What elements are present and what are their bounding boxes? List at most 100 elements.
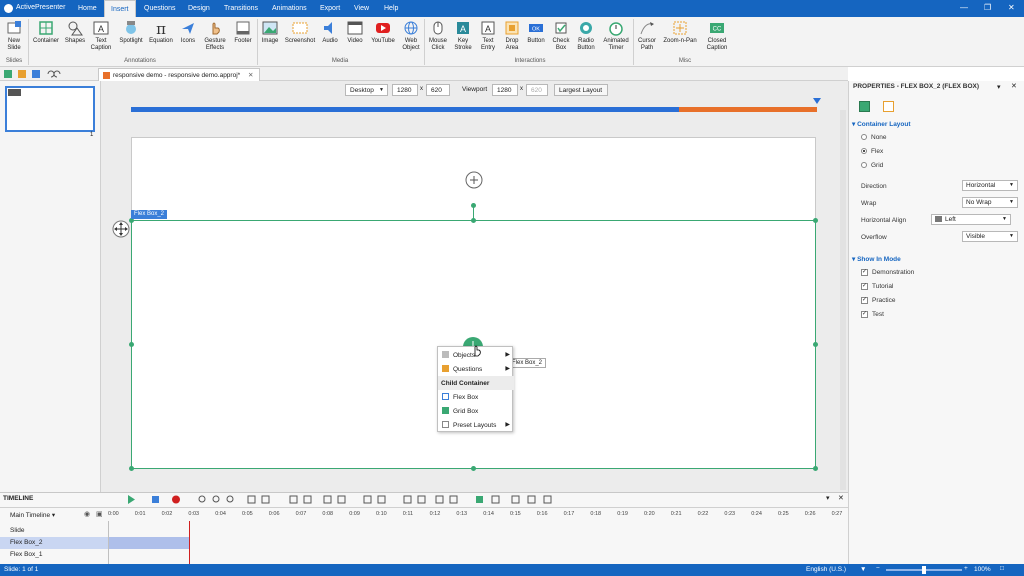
- viewport-ruler[interactable]: [131, 107, 817, 112]
- text-caption-button[interactable]: A Text Caption: [88, 20, 114, 52]
- ruler-marker-icon[interactable]: [813, 98, 821, 104]
- drop-area-button[interactable]: Drop Area: [501, 20, 523, 52]
- zoom-filter-icon[interactable]: ▼: [860, 566, 866, 573]
- timeline-pin-icon[interactable]: ▾: [826, 494, 830, 502]
- layout-radio-none[interactable]: None: [861, 134, 887, 141]
- mouse-click-button[interactable]: Mouse Click: [426, 20, 450, 52]
- timeline-bar-flex-box-2[interactable]: [109, 537, 189, 549]
- height-input[interactable]: 620: [426, 84, 450, 96]
- video-button[interactable]: Video: [343, 20, 367, 45]
- width-input[interactable]: 1280: [392, 84, 418, 96]
- timeline-row-slide[interactable]: Slide: [0, 525, 108, 537]
- menu-transitions[interactable]: Transitions: [218, 0, 264, 17]
- quick-access-icons[interactable]: [4, 69, 64, 79]
- pin-icon[interactable]: ▾: [997, 83, 1001, 91]
- style-tab-icon[interactable]: [883, 101, 894, 112]
- viewport-width-input[interactable]: 1280: [492, 84, 518, 96]
- slide-thumbnail[interactable]: [5, 86, 95, 132]
- resize-handle[interactable]: [471, 218, 476, 223]
- horizontal-align-select[interactable]: Left ▼: [931, 214, 1011, 225]
- button-button[interactable]: OK Button: [524, 20, 548, 45]
- direction-select[interactable]: Horizontal ▼: [962, 180, 1018, 191]
- canvas-scrollbar[interactable]: [840, 110, 846, 490]
- image-button[interactable]: Image: [259, 20, 281, 45]
- menu-view[interactable]: View: [348, 0, 375, 17]
- mode-practice-checkbox[interactable]: ✓ Practice: [861, 297, 895, 304]
- layout-radio-flex[interactable]: Flex: [861, 148, 883, 155]
- close-panel-icon[interactable]: ✕: [1011, 82, 1017, 90]
- overflow-select[interactable]: Visible ▼: [962, 231, 1018, 242]
- new-slide-button[interactable]: New Slide: [4, 20, 24, 52]
- menu-export[interactable]: Export: [314, 0, 346, 17]
- add-item-icon[interactable]: [465, 171, 483, 189]
- document-tab[interactable]: responsive demo - responsive demo.approj…: [98, 68, 261, 81]
- shapes-button[interactable]: Shapes: [62, 20, 88, 45]
- language-indicator[interactable]: English (U.S.): [806, 566, 846, 573]
- eye-icon[interactable]: ◉: [84, 510, 90, 518]
- move-icon[interactable]: [112, 220, 130, 238]
- timeline-row-flex-box-1[interactable]: Flex Box_1: [0, 549, 108, 561]
- largest-layout-button[interactable]: Largest Layout: [554, 84, 608, 96]
- zoom-n-pan-button[interactable]: Zoom-n-Pan: [660, 20, 700, 45]
- rotate-handle[interactable]: [471, 203, 476, 208]
- gesture-effects-button[interactable]: Gesture Effects: [201, 20, 229, 52]
- show-in-mode-heading[interactable]: ▾ Show In Mode: [852, 255, 901, 263]
- key-stroke-button[interactable]: A Key Stroke: [451, 20, 475, 52]
- closed-caption-button[interactable]: CC Closed Caption: [701, 20, 733, 52]
- timeline-toolbar[interactable]: [124, 494, 574, 505]
- menu-insert[interactable]: Insert: [104, 0, 136, 17]
- youtube-button[interactable]: YouTube: [368, 20, 398, 45]
- menu-help[interactable]: Help: [378, 0, 404, 17]
- resize-handle[interactable]: [813, 218, 818, 223]
- zoom-slider-thumb[interactable]: [922, 566, 926, 574]
- menu-item-flex-box[interactable]: Flex Box: [438, 390, 514, 404]
- menu-home[interactable]: Home: [72, 0, 103, 17]
- screenshot-button[interactable]: Screenshot: [283, 20, 317, 45]
- mode-tutorial-checkbox[interactable]: ✓ Tutorial: [861, 283, 893, 290]
- close-icon[interactable]: ✕: [1008, 3, 1015, 12]
- lock-icon[interactable]: ▣: [96, 510, 103, 518]
- cursor-path-button[interactable]: Cursor Path: [635, 20, 659, 52]
- timeline-close-icon[interactable]: ✕: [838, 494, 844, 502]
- fit-icon[interactable]: □: [1000, 565, 1004, 572]
- resize-handle[interactable]: [471, 466, 476, 471]
- timeline-row-flex-box-2[interactable]: Flex Box_2: [0, 537, 108, 549]
- resize-handle[interactable]: [129, 466, 134, 471]
- spotlight-button[interactable]: Spotlight: [116, 20, 146, 45]
- resize-handle[interactable]: [813, 342, 818, 347]
- menu-design[interactable]: Design: [182, 0, 216, 17]
- main-timeline-select[interactable]: Main Timeline ▾: [10, 511, 55, 519]
- menu-questions[interactable]: Questions: [138, 0, 182, 17]
- equation-button[interactable]: π Equation: [147, 20, 175, 45]
- layout-radio-grid[interactable]: Grid: [861, 162, 883, 169]
- icons-button[interactable]: Icons: [177, 20, 199, 45]
- radio-button-button[interactable]: Radio Button: [573, 20, 599, 52]
- layout-select[interactable]: Desktop ▼: [345, 84, 388, 96]
- zoom-in-icon[interactable]: +: [964, 565, 968, 572]
- restore-icon[interactable]: ❐: [984, 3, 991, 12]
- menu-item-questions[interactable]: Questions ▶: [438, 362, 514, 376]
- layout-tab-icon[interactable]: [859, 101, 870, 112]
- flex-box-label[interactable]: Flex Box_2: [131, 210, 168, 219]
- check-box-button[interactable]: Check Box: [549, 20, 573, 52]
- text-entry-button[interactable]: A Text Entry: [476, 20, 500, 52]
- minimize-icon[interactable]: —: [960, 3, 968, 12]
- mode-test-checkbox[interactable]: ✓ Test: [861, 311, 884, 318]
- mode-demonstration-checkbox[interactable]: ✓ Demonstration: [861, 269, 914, 276]
- footer-button[interactable]: Footer: [230, 20, 256, 45]
- web-object-button[interactable]: Web Object: [399, 20, 423, 52]
- resize-handle[interactable]: [813, 466, 818, 471]
- container-button[interactable]: Container: [31, 20, 61, 45]
- resize-handle[interactable]: [129, 342, 134, 347]
- viewport-height-input[interactable]: 620: [526, 84, 548, 96]
- menu-animations[interactable]: Animations: [266, 0, 313, 17]
- animated-timer-button[interactable]: Animated Timer: [600, 20, 632, 52]
- close-tab-icon[interactable]: ✕: [248, 72, 253, 79]
- audio-button[interactable]: Audio: [318, 20, 342, 45]
- zoom-out-icon[interactable]: −: [876, 565, 880, 572]
- wrap-select[interactable]: No Wrap ▼: [962, 197, 1018, 208]
- menu-item-preset-layouts[interactable]: Preset Layouts ▶: [438, 418, 514, 432]
- container-layout-heading[interactable]: ▾ Container Layout: [852, 120, 911, 128]
- menu-item-grid-box[interactable]: Grid Box: [438, 404, 514, 418]
- playhead[interactable]: [189, 521, 190, 565]
